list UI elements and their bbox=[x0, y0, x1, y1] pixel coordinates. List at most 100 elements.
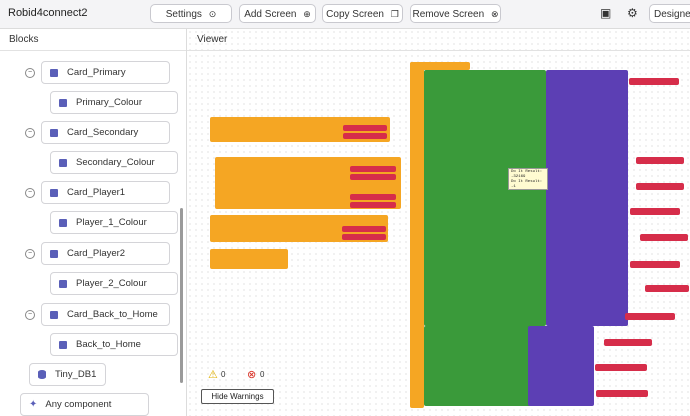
text-block[interactable] bbox=[636, 183, 684, 190]
tree-item-tiny-db1[interactable]: Tiny_DB1 bbox=[29, 363, 106, 386]
collapse-icon[interactable]: − bbox=[25, 248, 35, 259]
tree-item-card-secondary[interactable]: − Card_Secondary bbox=[25, 121, 170, 144]
button-component-icon bbox=[59, 340, 67, 349]
tree-node: Card_Back_to_Home bbox=[41, 303, 170, 326]
text-block[interactable] bbox=[640, 234, 688, 241]
copy-icon: ❐ bbox=[390, 9, 399, 19]
collapse-icon[interactable]: − bbox=[25, 309, 35, 320]
tinydb-getvalue-blocks[interactable] bbox=[528, 326, 594, 406]
chevron-down-icon: ⊙ bbox=[208, 9, 217, 19]
text-block[interactable] bbox=[604, 339, 652, 346]
viewer-header: Viewer bbox=[197, 34, 228, 45]
tree-item-label: Card_Secondary bbox=[67, 127, 139, 138]
text-block[interactable] bbox=[595, 364, 647, 371]
tree-item-back-to-home[interactable]: Back_to_Home bbox=[50, 333, 178, 356]
hide-warnings-button[interactable]: Hide Warnings bbox=[201, 389, 274, 404]
tree-item-card-back-to-home[interactable]: − Card_Back_to_Home bbox=[25, 303, 170, 326]
text-block[interactable] bbox=[343, 133, 387, 139]
collapse-icon[interactable]: − bbox=[25, 127, 35, 138]
text-block[interactable] bbox=[342, 234, 386, 240]
tooltip-line: Do It Result: -1 bbox=[511, 180, 543, 189]
button-component-icon bbox=[59, 98, 67, 107]
card-component-icon bbox=[50, 188, 58, 197]
button-component-icon bbox=[59, 158, 67, 167]
add-screen-label: Add Screen bbox=[244, 9, 297, 20]
do-it-result-tooltip: Do It Result: -32169 Do It Result: -1 bbox=[508, 168, 548, 190]
tree-node: Primary_Colour bbox=[50, 91, 178, 114]
tree-item-label: Any component bbox=[45, 399, 112, 410]
tree-node: Secondary_Colour bbox=[50, 151, 178, 174]
designer-button[interactable]: Designe bbox=[649, 4, 690, 23]
tree-node: ✦ Any component bbox=[20, 393, 149, 416]
add-screen-button[interactable]: Add Screen ⊕ bbox=[239, 4, 316, 23]
screen-select-dropdown[interactable]: Settings ⊙ bbox=[150, 4, 232, 23]
text-block[interactable] bbox=[645, 285, 689, 292]
tinydb-getvalue-blocks[interactable] bbox=[546, 70, 628, 326]
text-block[interactable] bbox=[636, 157, 684, 164]
tree-node: Tiny_DB1 bbox=[29, 363, 106, 386]
tree-item-label: Card_Back_to_Home bbox=[67, 309, 158, 320]
gear-icon[interactable]: ⚙ bbox=[627, 6, 638, 20]
set-component-blocks[interactable] bbox=[424, 326, 542, 406]
remove-screen-label: Remove Screen bbox=[412, 9, 485, 20]
tree-item-label: Secondary_Colour bbox=[76, 157, 155, 168]
text-block[interactable] bbox=[350, 194, 396, 200]
remove-screen-button[interactable]: Remove Screen ⊗ bbox=[410, 4, 501, 23]
collapse-icon[interactable]: − bbox=[25, 67, 35, 78]
tree-node: Player_2_Colour bbox=[50, 272, 178, 295]
text-block[interactable] bbox=[596, 390, 648, 397]
tree-node: Card_Primary bbox=[41, 61, 170, 84]
tree-item-label: Card_Player2 bbox=[67, 248, 126, 259]
collapse-icon[interactable]: − bbox=[25, 187, 35, 198]
card-component-icon bbox=[50, 249, 58, 258]
project-title: Robid4connect2 bbox=[8, 7, 88, 19]
tree-item-label: Player_1_Colour bbox=[76, 217, 147, 228]
screen-select-label: Settings bbox=[165, 9, 202, 20]
text-block[interactable] bbox=[630, 208, 680, 215]
text-block[interactable] bbox=[342, 226, 386, 232]
blocks-header: Blocks bbox=[9, 34, 39, 45]
tree-node: Card_Player2 bbox=[41, 242, 170, 265]
tree-node: Back_to_Home bbox=[50, 333, 178, 356]
divider bbox=[0, 50, 186, 51]
gallery-icon[interactable]: ▣ bbox=[600, 6, 611, 20]
text-block[interactable] bbox=[350, 166, 396, 172]
tree-item-card-primary[interactable]: − Card_Primary bbox=[25, 61, 170, 84]
warning-count: 0 bbox=[221, 370, 226, 379]
button-component-icon bbox=[59, 279, 67, 288]
text-block[interactable] bbox=[350, 174, 396, 180]
event-block-settings-initialize[interactable] bbox=[410, 62, 424, 408]
blocks-scrollbar[interactable] bbox=[180, 208, 183, 383]
card-component-icon bbox=[50, 310, 58, 319]
tree-node: Player_1_Colour bbox=[50, 211, 178, 234]
text-block[interactable] bbox=[343, 125, 387, 131]
text-block[interactable] bbox=[625, 313, 675, 320]
tree-item-any-component[interactable]: ✦ Any component bbox=[20, 393, 149, 416]
tree-item-label: Tiny_DB1 bbox=[55, 369, 97, 380]
tree-item-label: Primary_Colour bbox=[76, 97, 142, 108]
tree-item-primary-colour[interactable]: Primary_Colour bbox=[50, 91, 178, 114]
tree-item-player-1-colour[interactable]: Player_1_Colour bbox=[50, 211, 178, 234]
database-icon bbox=[38, 370, 46, 379]
divider bbox=[187, 50, 690, 51]
tree-item-label: Player_2_Colour bbox=[76, 278, 147, 289]
text-block[interactable] bbox=[629, 78, 679, 85]
card-component-icon bbox=[50, 68, 58, 77]
error-count: 0 bbox=[260, 370, 265, 379]
error-icon: ⊗ bbox=[247, 369, 257, 381]
text-block[interactable] bbox=[350, 202, 396, 208]
sparkle-icon: ✦ bbox=[29, 399, 38, 410]
event-block-header bbox=[410, 62, 470, 70]
event-block-back-to-home-click[interactable] bbox=[210, 249, 288, 269]
tree-item-label: Back_to_Home bbox=[76, 339, 141, 350]
set-component-blocks[interactable] bbox=[424, 70, 546, 326]
tree-node: Card_Secondary bbox=[41, 121, 170, 144]
tree-item-card-player2[interactable]: − Card_Player2 bbox=[25, 242, 170, 265]
text-block[interactable] bbox=[630, 261, 680, 268]
tree-item-secondary-colour[interactable]: Secondary_Colour bbox=[50, 151, 178, 174]
copy-screen-button[interactable]: Copy Screen ❐ bbox=[322, 4, 403, 23]
tree-item-player-2-colour[interactable]: Player_2_Colour bbox=[50, 272, 178, 295]
warning-icon: ⚠ bbox=[208, 369, 218, 381]
card-component-icon bbox=[50, 128, 58, 137]
tree-item-card-player1[interactable]: − Card_Player1 bbox=[25, 181, 170, 204]
